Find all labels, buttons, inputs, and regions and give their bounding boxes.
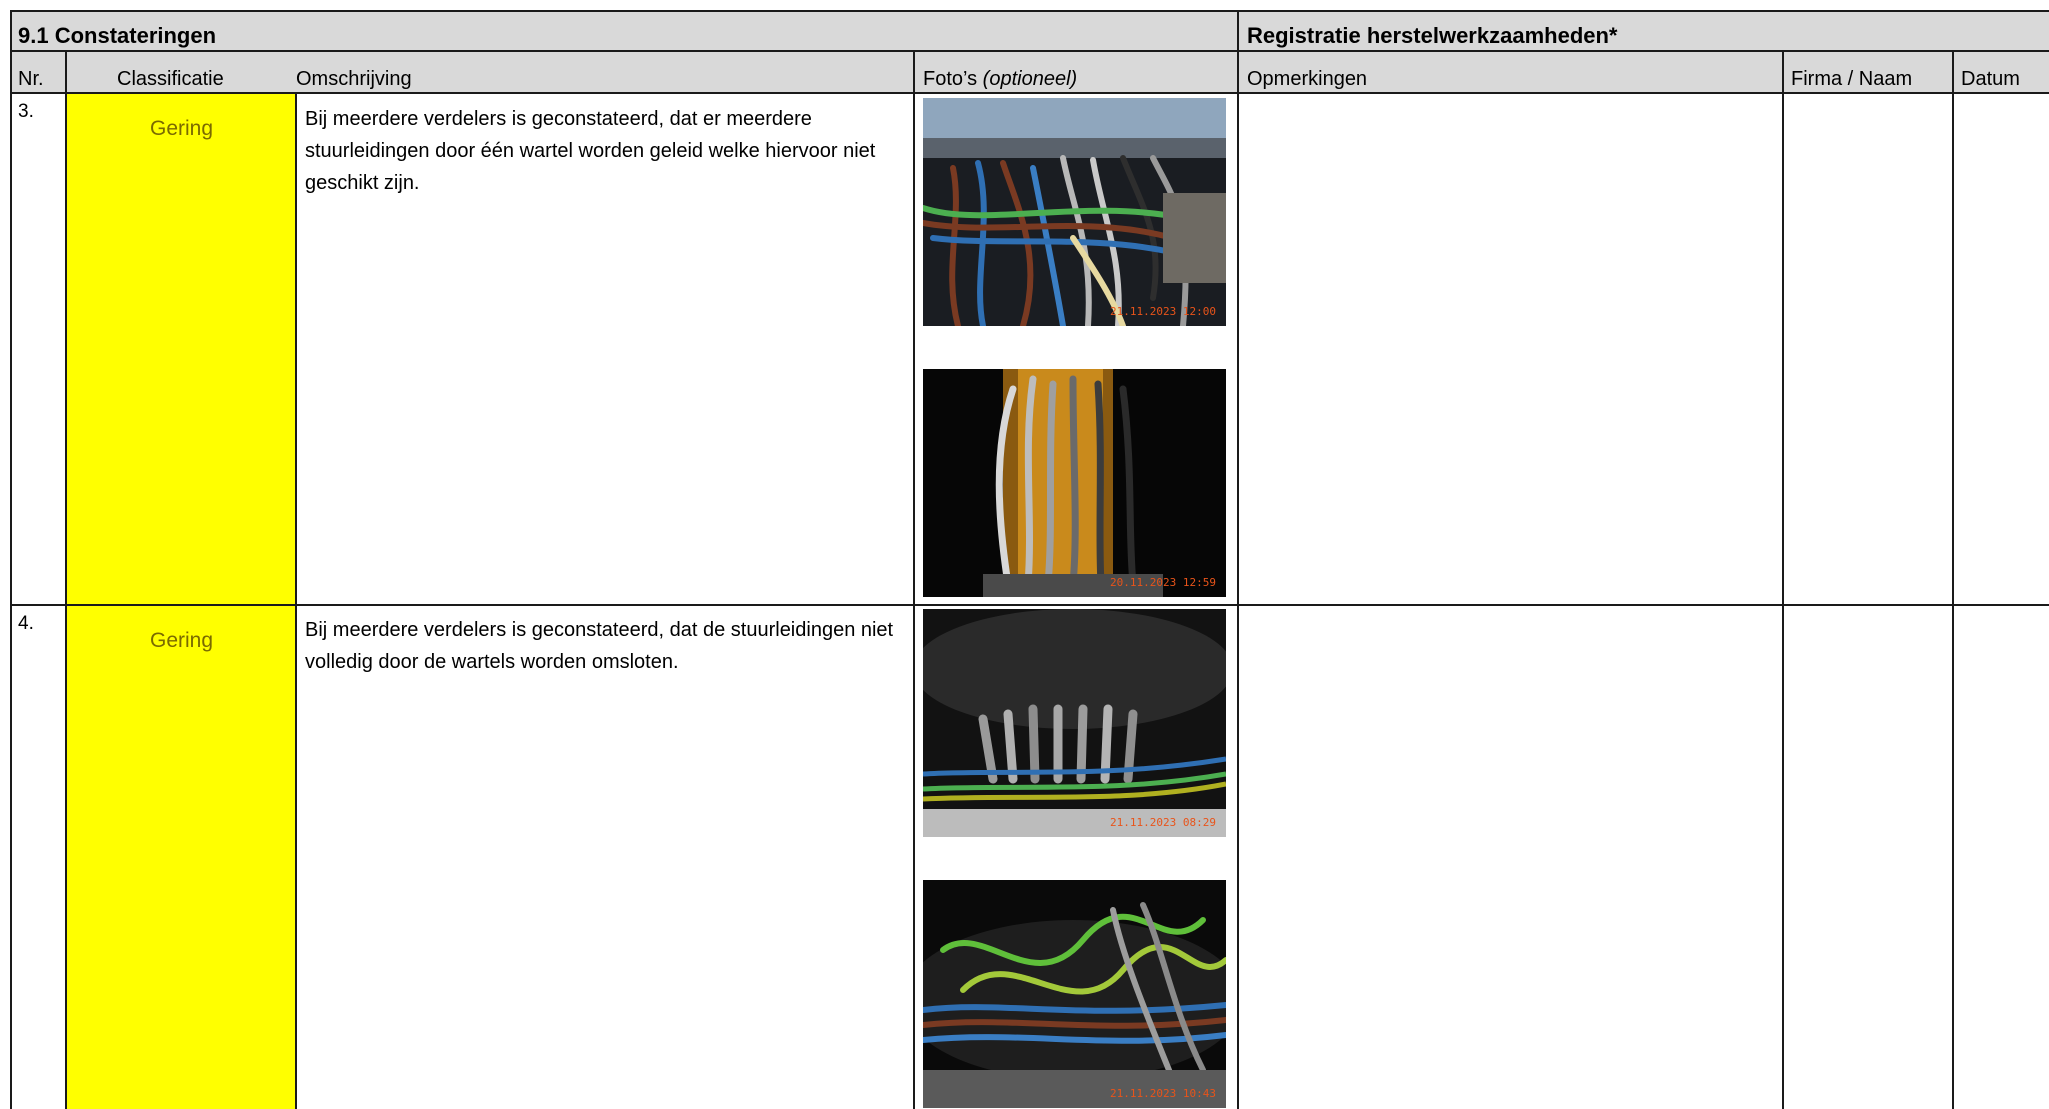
section-header-bar (10, 10, 2049, 51)
grid-line-firma (1952, 51, 1954, 1109)
section-title-registratie: Registratie herstelwerkzaamheden* (1247, 23, 1618, 48)
row-4-photo-1-timestamp: 21.11.2023 08:29 (1110, 816, 1216, 829)
grid-line-top (10, 10, 2049, 12)
wiring-photo-graphic (923, 609, 1226, 837)
row-4-classification-cell: Gering (66, 605, 297, 1109)
wiring-photo-graphic (923, 880, 1226, 1108)
fotos-label: Foto’s (923, 68, 978, 90)
column-header-fotos: Foto’s (optioneel) (923, 67, 1077, 91)
row-3-classification-label: Gering (149, 117, 214, 140)
row-3-classification-cell: Gering (66, 93, 297, 605)
row-4-classification-label: Gering (149, 629, 214, 652)
column-header-opmerkingen: Opmerkingen (1247, 68, 1368, 90)
grid-line-left (10, 10, 12, 1109)
grid-line-omschrijving (913, 51, 915, 1109)
row-3-photo-2-timestamp: 20.11.2023 12:59 (1110, 576, 1216, 589)
row-3-description: Bij meerdere verdelers is geconstateerd,… (305, 108, 876, 194)
row-3-nr: 3. (18, 101, 34, 122)
wiring-photo-graphic (923, 369, 1226, 597)
grid-line-fotos (1237, 10, 1239, 1109)
row-4-photo-2-timestamp: 21.11.2023 10:43 (1110, 1087, 1216, 1100)
grid-line-section (10, 50, 2049, 52)
grid-line-header (10, 92, 2049, 94)
wiring-photo-graphic (923, 98, 1226, 326)
grid-line-row-divider (10, 604, 2049, 606)
section-title-constateringen: 9.1 Constateringen (18, 23, 217, 48)
row-4-photo-2: 21.11.2023 10:43 (923, 880, 1226, 1108)
row-4-nr: 4. (18, 613, 34, 634)
column-header-omschrijving: Omschrijving (296, 68, 412, 90)
column-header-firma-naam: Firma / Naam (1791, 68, 1913, 90)
column-header-classificatie: Classificatie (117, 68, 224, 90)
row-4-photo-1: 21.11.2023 08:29 (923, 609, 1226, 837)
column-header-nr: Nr. (18, 68, 44, 90)
row-4-description: Bij meerdere verdelers is geconstateerd,… (305, 619, 894, 673)
grid-line-nr (65, 51, 67, 1109)
row-3-photo-1: 21.11.2023 12:00 (923, 98, 1226, 326)
fotos-optional-note: (optioneel) (982, 68, 1078, 90)
column-header-datum: Datum (1961, 68, 2020, 90)
grid-line-opmerkingen (1782, 51, 1784, 1109)
row-3-photo-2: 20.11.2023 12:59 (923, 369, 1226, 597)
grid-line-classificatie (295, 92, 297, 1109)
row-3-photo-1-timestamp: 21.11.2023 12:00 (1110, 305, 1216, 318)
